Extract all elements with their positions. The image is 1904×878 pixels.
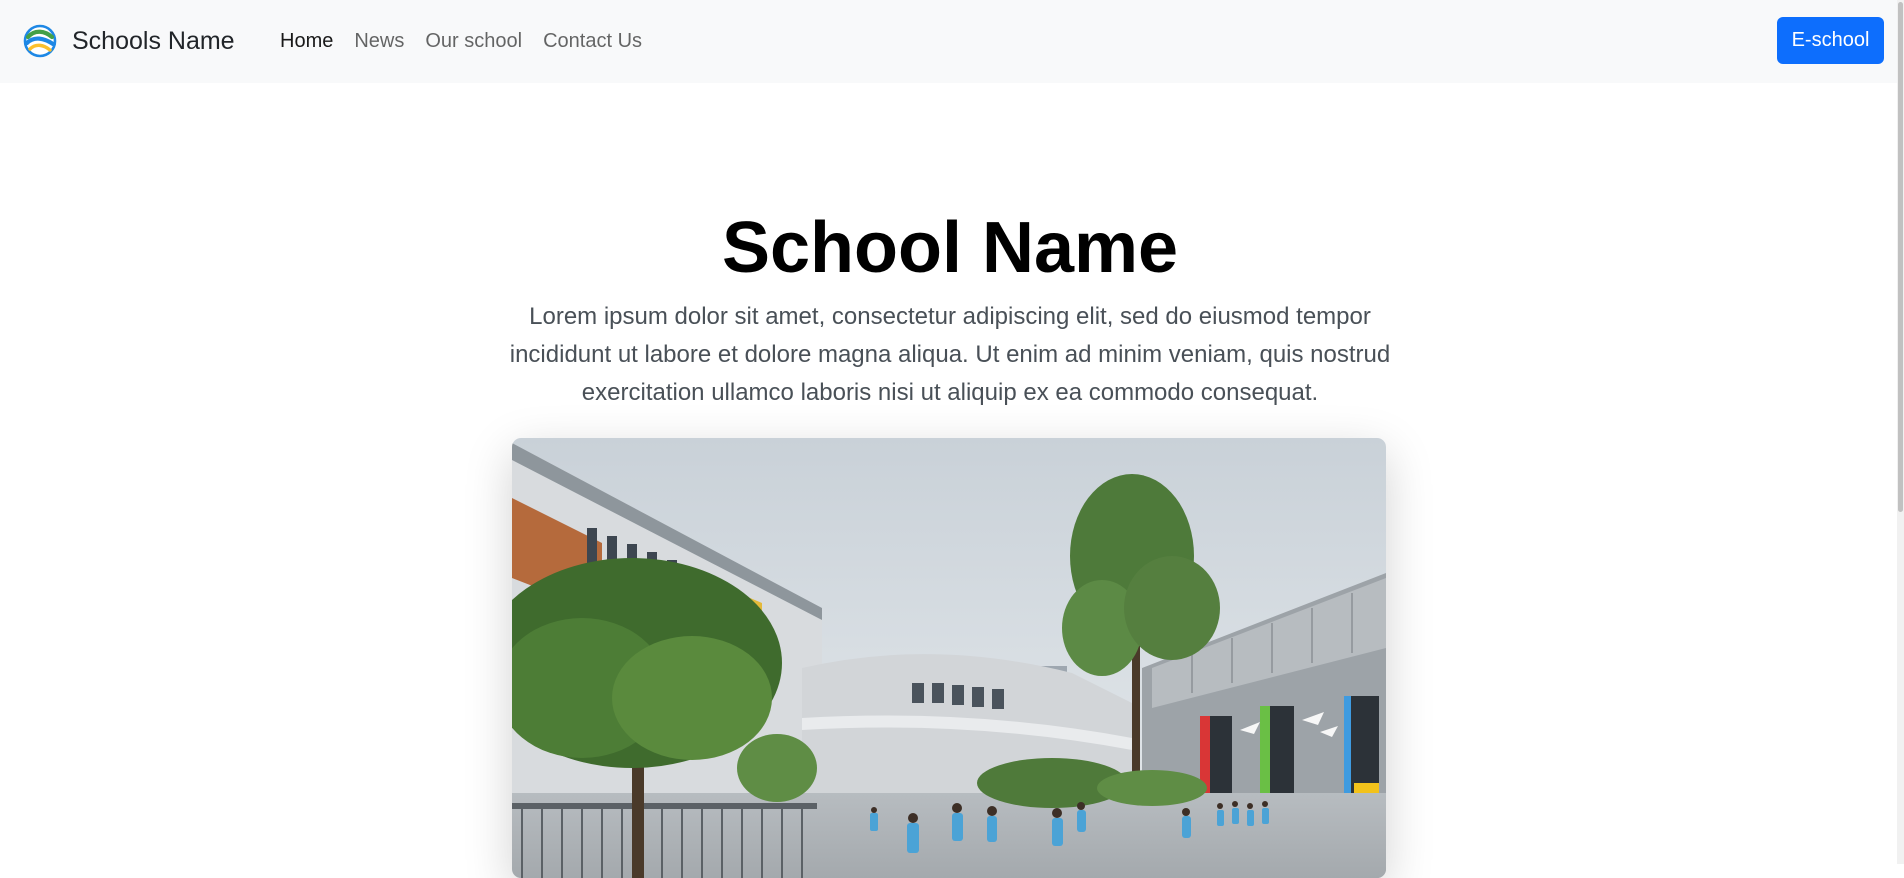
nav-menu: Home News Our school Contact Us xyxy=(280,24,663,58)
brand-name: Schools Name xyxy=(72,27,235,55)
e-school-button[interactable]: E-school xyxy=(1777,17,1884,64)
school-logo-icon xyxy=(23,24,57,58)
page-title: School Name xyxy=(721,208,1179,288)
brand-link[interactable]: Schools Name xyxy=(22,22,235,60)
school-building-photo xyxy=(512,438,1386,878)
nav-link-home[interactable]: Home xyxy=(280,24,333,58)
nav-link-our-school[interactable]: Our school xyxy=(425,24,522,58)
nav-link-contact-us[interactable]: Contact Us xyxy=(543,24,642,58)
page-scrollbar[interactable] xyxy=(1897,0,1904,864)
nav-link-news[interactable]: News xyxy=(354,24,404,58)
hero-lead-text: Lorem ipsum dolor sit amet, consectetur … xyxy=(509,303,1391,406)
scrollbar-thumb[interactable] xyxy=(1898,2,1903,512)
top-navbar: Schools Name Home News Our school Contac… xyxy=(0,0,1904,83)
